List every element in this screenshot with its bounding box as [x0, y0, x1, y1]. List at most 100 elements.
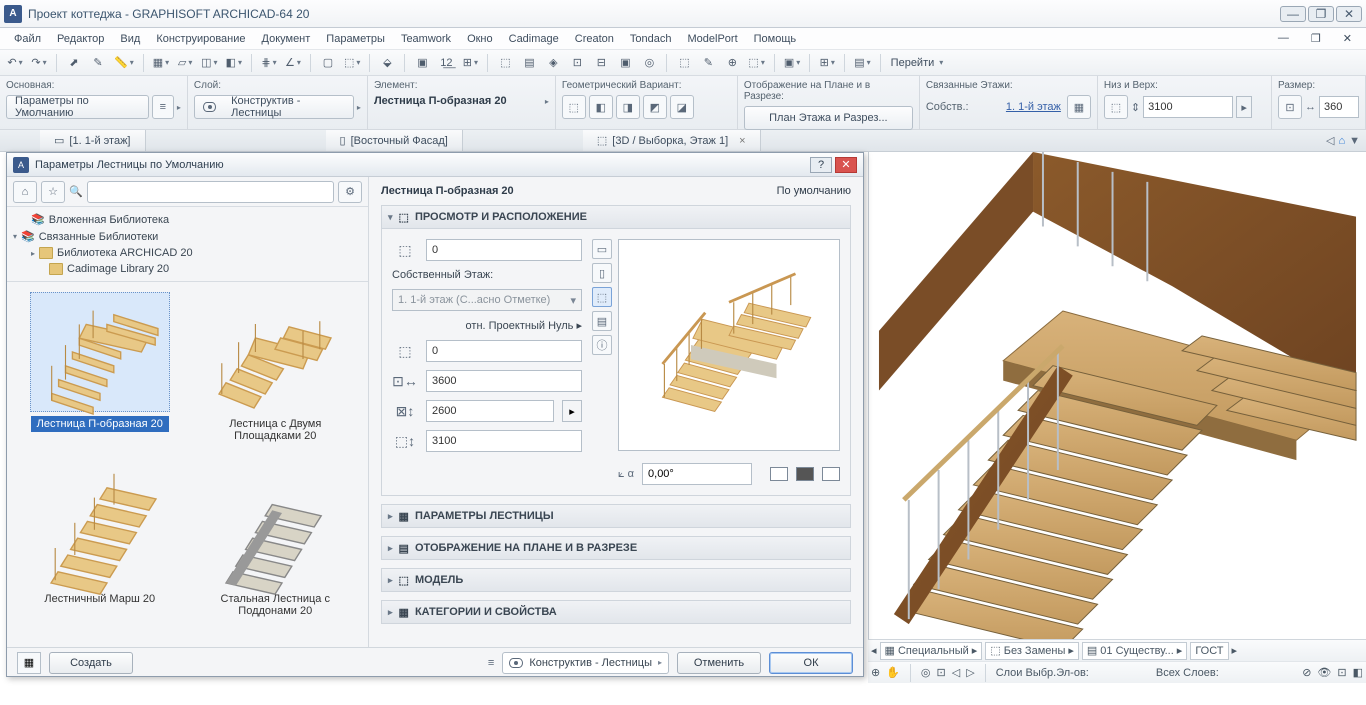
- height-step[interactable]: ▸: [1236, 96, 1252, 118]
- menu-modelport[interactable]: ModelPort: [680, 33, 746, 45]
- grid-tool[interactable]: ▦: [150, 53, 172, 73]
- view-c[interactable]: ⊞: [459, 53, 481, 73]
- library-search-input[interactable]: [87, 181, 334, 203]
- tree-archicad20[interactable]: ▸Библиотека ARCHICAD 20: [7, 245, 368, 261]
- dialog-close-button[interactable]: ✕: [835, 157, 857, 173]
- menu-help[interactable]: Помощь: [746, 33, 805, 45]
- panel-preview[interactable]: ▾⬚ПРОСМОТР И РАСПОЛОЖЕНИЕ: [381, 205, 851, 229]
- mirror-x-button[interactable]: [822, 467, 840, 481]
- preview-canvas[interactable]: [618, 239, 840, 451]
- layer-dropdown[interactable]: Конструктив - Лестницы: [194, 95, 354, 119]
- library-home-button[interactable]: ⌂: [13, 181, 37, 203]
- tab-3d[interactable]: ⬚[3D / Выборка, Этаж 1]×: [583, 130, 761, 151]
- panel-stair-params[interactable]: ▸▦ПАРАМЕТРЫ ЛЕСТНИЦЫ: [381, 504, 851, 528]
- angle-input[interactable]: 0,00°: [642, 463, 752, 485]
- tree-linked[interactable]: ▾📚Связанные Библиотеки: [7, 228, 368, 245]
- dialog-layer-dropdown[interactable]: Конструктив - Лестницы▸: [502, 652, 669, 674]
- nav-c[interactable]: ▤: [851, 53, 873, 73]
- guide-tool[interactable]: ◧: [223, 53, 245, 73]
- panel-display[interactable]: ▸▤ОТОБРАЖЕНИЕ НА ПЛАНЕ И В РАЗРЕЗЕ: [381, 536, 851, 560]
- cam-a[interactable]: ⬚: [494, 53, 516, 73]
- tab-close-icon[interactable]: ×: [739, 135, 745, 147]
- dim2-input[interactable]: 2600: [426, 400, 554, 422]
- chevron-right-icon[interactable]: ▸: [357, 103, 361, 112]
- view-front-button[interactable]: ▯: [592, 263, 612, 283]
- ruler-tool[interactable]: 📏: [111, 53, 137, 73]
- toggle-list-button[interactable]: ▦: [17, 652, 41, 674]
- library-settings-button[interactable]: ⚙: [338, 181, 362, 203]
- geom-opt-2[interactable]: ◧: [589, 95, 613, 119]
- eyedrop-tool[interactable]: ✎: [87, 53, 109, 73]
- layer-combo-dropdown[interactable]: ▤01 Существу...▸: [1082, 642, 1187, 660]
- tool-3d[interactable]: ⬙: [376, 53, 398, 73]
- scroll-right-icon[interactable]: ▸: [1232, 644, 1238, 657]
- dim1-input[interactable]: 3600: [426, 370, 582, 392]
- view-a[interactable]: ▣: [411, 53, 433, 73]
- next-icon[interactable]: ▷: [966, 666, 974, 679]
- chevron-right-icon[interactable]: ▸: [177, 103, 181, 112]
- gallery-item-steel[interactable]: Стальная Лестница с Поддонами 20: [193, 467, 359, 638]
- height-input[interactable]: 3100: [1143, 96, 1233, 118]
- create-button[interactable]: Создать: [49, 652, 133, 674]
- pub-b[interactable]: ✎: [697, 53, 719, 73]
- story-select[interactable]: 1. 1-й этаж (С...асно Отметке)▾: [392, 289, 582, 311]
- stair-icon[interactable]: ≡: [152, 95, 174, 119]
- align-tool[interactable]: ▱: [174, 53, 196, 73]
- minimize-button[interactable]: —: [1280, 6, 1306, 22]
- menu-window[interactable]: Окно: [459, 33, 501, 45]
- view-info-button[interactable]: ⓘ: [592, 335, 612, 355]
- menu-view[interactable]: Вид: [112, 33, 148, 45]
- menu-tondach[interactable]: Tondach: [622, 33, 680, 45]
- menu-design[interactable]: Конструирование: [148, 33, 253, 45]
- favorite-button[interactable]: ☆: [41, 181, 65, 203]
- view-b[interactable]: 1̲2̲: [435, 53, 457, 73]
- cam-g[interactable]: ◎: [638, 53, 660, 73]
- undo-button[interactable]: ↶: [4, 53, 26, 73]
- pick-tool[interactable]: ⬈: [63, 53, 85, 73]
- panel-categories[interactable]: ▸▦КАТЕГОРИИ И СВОЙСТВА: [381, 600, 851, 624]
- renovation-dropdown[interactable]: ▦Специальный▸: [880, 642, 983, 660]
- fit-icon[interactable]: ⊡: [937, 666, 946, 679]
- default-params-button[interactable]: Параметры по Умолчанию: [6, 95, 149, 119]
- panel-model[interactable]: ▸⬚МОДЕЛЬ: [381, 568, 851, 592]
- mirror-h-button[interactable]: [770, 467, 788, 481]
- override-dropdown[interactable]: ⬚Без Замены▸: [985, 642, 1079, 660]
- 3d-viewport[interactable]: [868, 152, 1366, 639]
- dim3-input[interactable]: 3100: [426, 430, 582, 452]
- angle-snap[interactable]: ∠: [282, 53, 304, 73]
- floorplan-section-button[interactable]: План Этажа и Разрез...: [744, 106, 913, 130]
- view-side-button[interactable]: ▤: [592, 311, 612, 331]
- menu-creaton[interactable]: Creaton: [567, 33, 622, 45]
- dialog-titlebar[interactable]: A Параметры Лестницы по Умолчанию ? ✕: [7, 153, 863, 177]
- navigate-label[interactable]: Перейти: [891, 57, 935, 69]
- menu-edit[interactable]: Редактор: [49, 33, 112, 45]
- ok-button[interactable]: ОК: [769, 652, 853, 674]
- geom-opt-1[interactable]: ⬚: [562, 95, 586, 119]
- doc-close-icon[interactable]: ✕: [1335, 32, 1360, 45]
- menu-file[interactable]: Файл: [6, 33, 49, 45]
- tool-a[interactable]: ▢: [317, 53, 339, 73]
- geom-opt-5[interactable]: ◪: [670, 95, 694, 119]
- prev-icon[interactable]: ◁: [952, 666, 960, 679]
- nav-a[interactable]: ▣: [781, 53, 803, 73]
- orbit-icon[interactable]: ◎: [921, 666, 931, 679]
- geom-opt-3[interactable]: ◨: [616, 95, 640, 119]
- gallery-item-straight[interactable]: Лестничный Марш 20: [17, 467, 183, 638]
- refnull-input[interactable]: 0: [426, 340, 582, 362]
- show-icon[interactable]: 👁: [1317, 666, 1331, 679]
- grid-snap[interactable]: ⋕: [258, 53, 280, 73]
- doc-restore-icon[interactable]: ❐: [1303, 32, 1329, 45]
- view-3d-button[interactable]: ⬚: [592, 287, 612, 307]
- view-plan-button[interactable]: ▭: [592, 239, 612, 259]
- nav-b[interactable]: ⊞: [816, 53, 838, 73]
- menu-document[interactable]: Документ: [254, 33, 319, 45]
- mirror-v-button[interactable]: [796, 467, 814, 481]
- tab-floor[interactable]: ▭[1. 1-й этаж]: [40, 130, 146, 151]
- geom-opt-4[interactable]: ◩: [643, 95, 667, 119]
- story-link[interactable]: 1. 1-й этаж: [1006, 101, 1061, 113]
- pub-d[interactable]: ⬚: [745, 53, 767, 73]
- tool-b[interactable]: ⬚: [341, 53, 363, 73]
- redo-button[interactable]: ↷: [28, 53, 50, 73]
- lock-icon[interactable]: ⊡: [1337, 666, 1346, 679]
- pen-dropdown[interactable]: ГОСТ: [1190, 642, 1228, 660]
